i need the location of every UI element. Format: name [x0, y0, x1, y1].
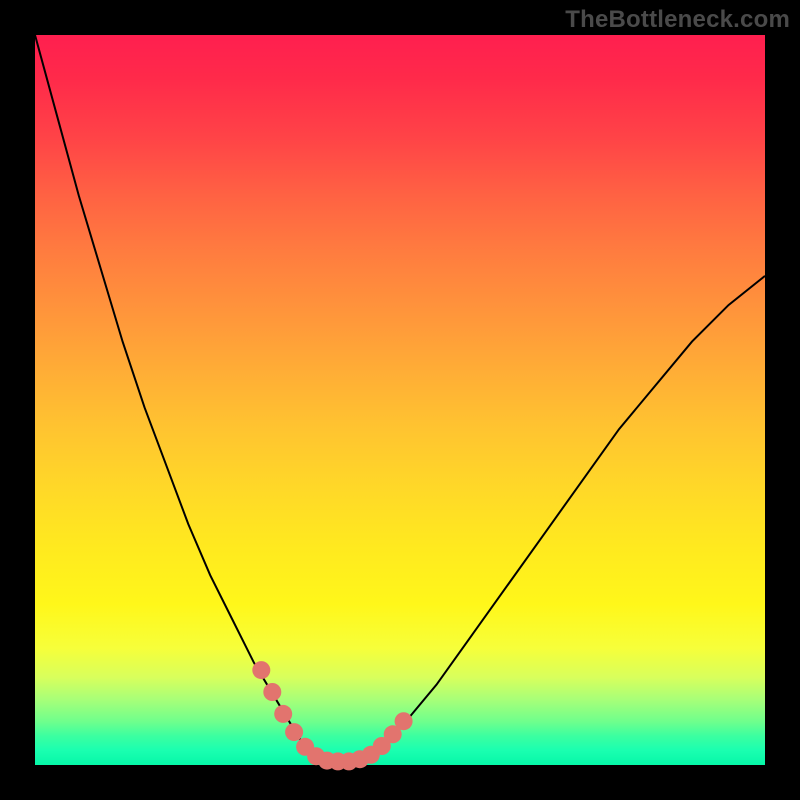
marker-point [263, 683, 281, 701]
chart-frame: TheBottleneck.com [0, 0, 800, 800]
bottleneck-curve-right [371, 276, 765, 758]
marker-point [274, 705, 292, 723]
watermark-text: TheBottleneck.com [565, 6, 790, 34]
marker-point [395, 712, 413, 730]
marker-point [285, 723, 303, 741]
marker-point [252, 661, 270, 679]
curve-layer [35, 35, 765, 765]
bottleneck-curve-left [35, 35, 312, 758]
plot-area [35, 35, 765, 765]
marker-group [252, 661, 412, 770]
